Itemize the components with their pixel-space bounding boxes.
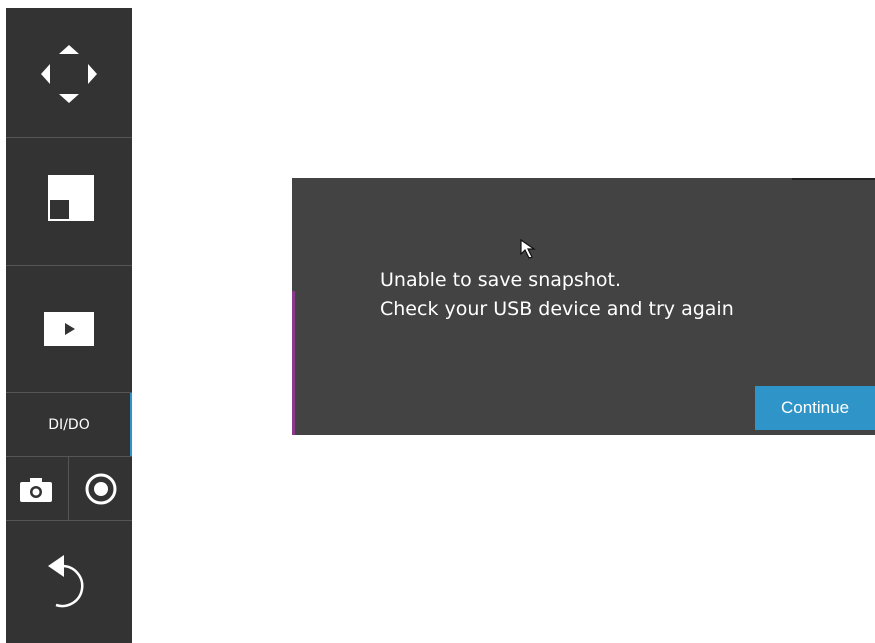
move-arrows-icon: [41, 45, 97, 103]
record-button[interactable]: [69, 457, 132, 520]
error-message-line1: Unable to save snapshot.: [380, 269, 621, 291]
dido-button[interactable]: DI/DO: [6, 393, 132, 456]
layout-button[interactable]: [6, 138, 132, 265]
dido-label: DI/DO: [48, 416, 90, 433]
camera-icon: [20, 478, 52, 502]
dialog-accent-bar: [292, 291, 295, 435]
back-button[interactable]: [6, 521, 132, 643]
active-indicator: [130, 393, 132, 456]
error-message-line2: Check your USB device and try again: [380, 298, 734, 320]
record-icon: [85, 473, 117, 505]
dialog-top-edge: [792, 178, 875, 180]
error-dialog: Unable to save snapshot. Check your USB …: [292, 178, 875, 435]
play-icon: [44, 312, 94, 346]
error-message: Unable to save snapshot. Check your USB …: [380, 266, 734, 324]
ptz-button[interactable]: [6, 8, 132, 136]
play-button[interactable]: [6, 266, 132, 392]
control-sidebar: DI/DO: [6, 8, 132, 643]
continue-button[interactable]: Continue: [755, 386, 875, 430]
snapshot-button[interactable]: [6, 457, 68, 520]
mouse-cursor-icon: [520, 239, 536, 259]
undo-arrow-icon: [48, 555, 84, 608]
window-layout-icon: [48, 175, 94, 221]
